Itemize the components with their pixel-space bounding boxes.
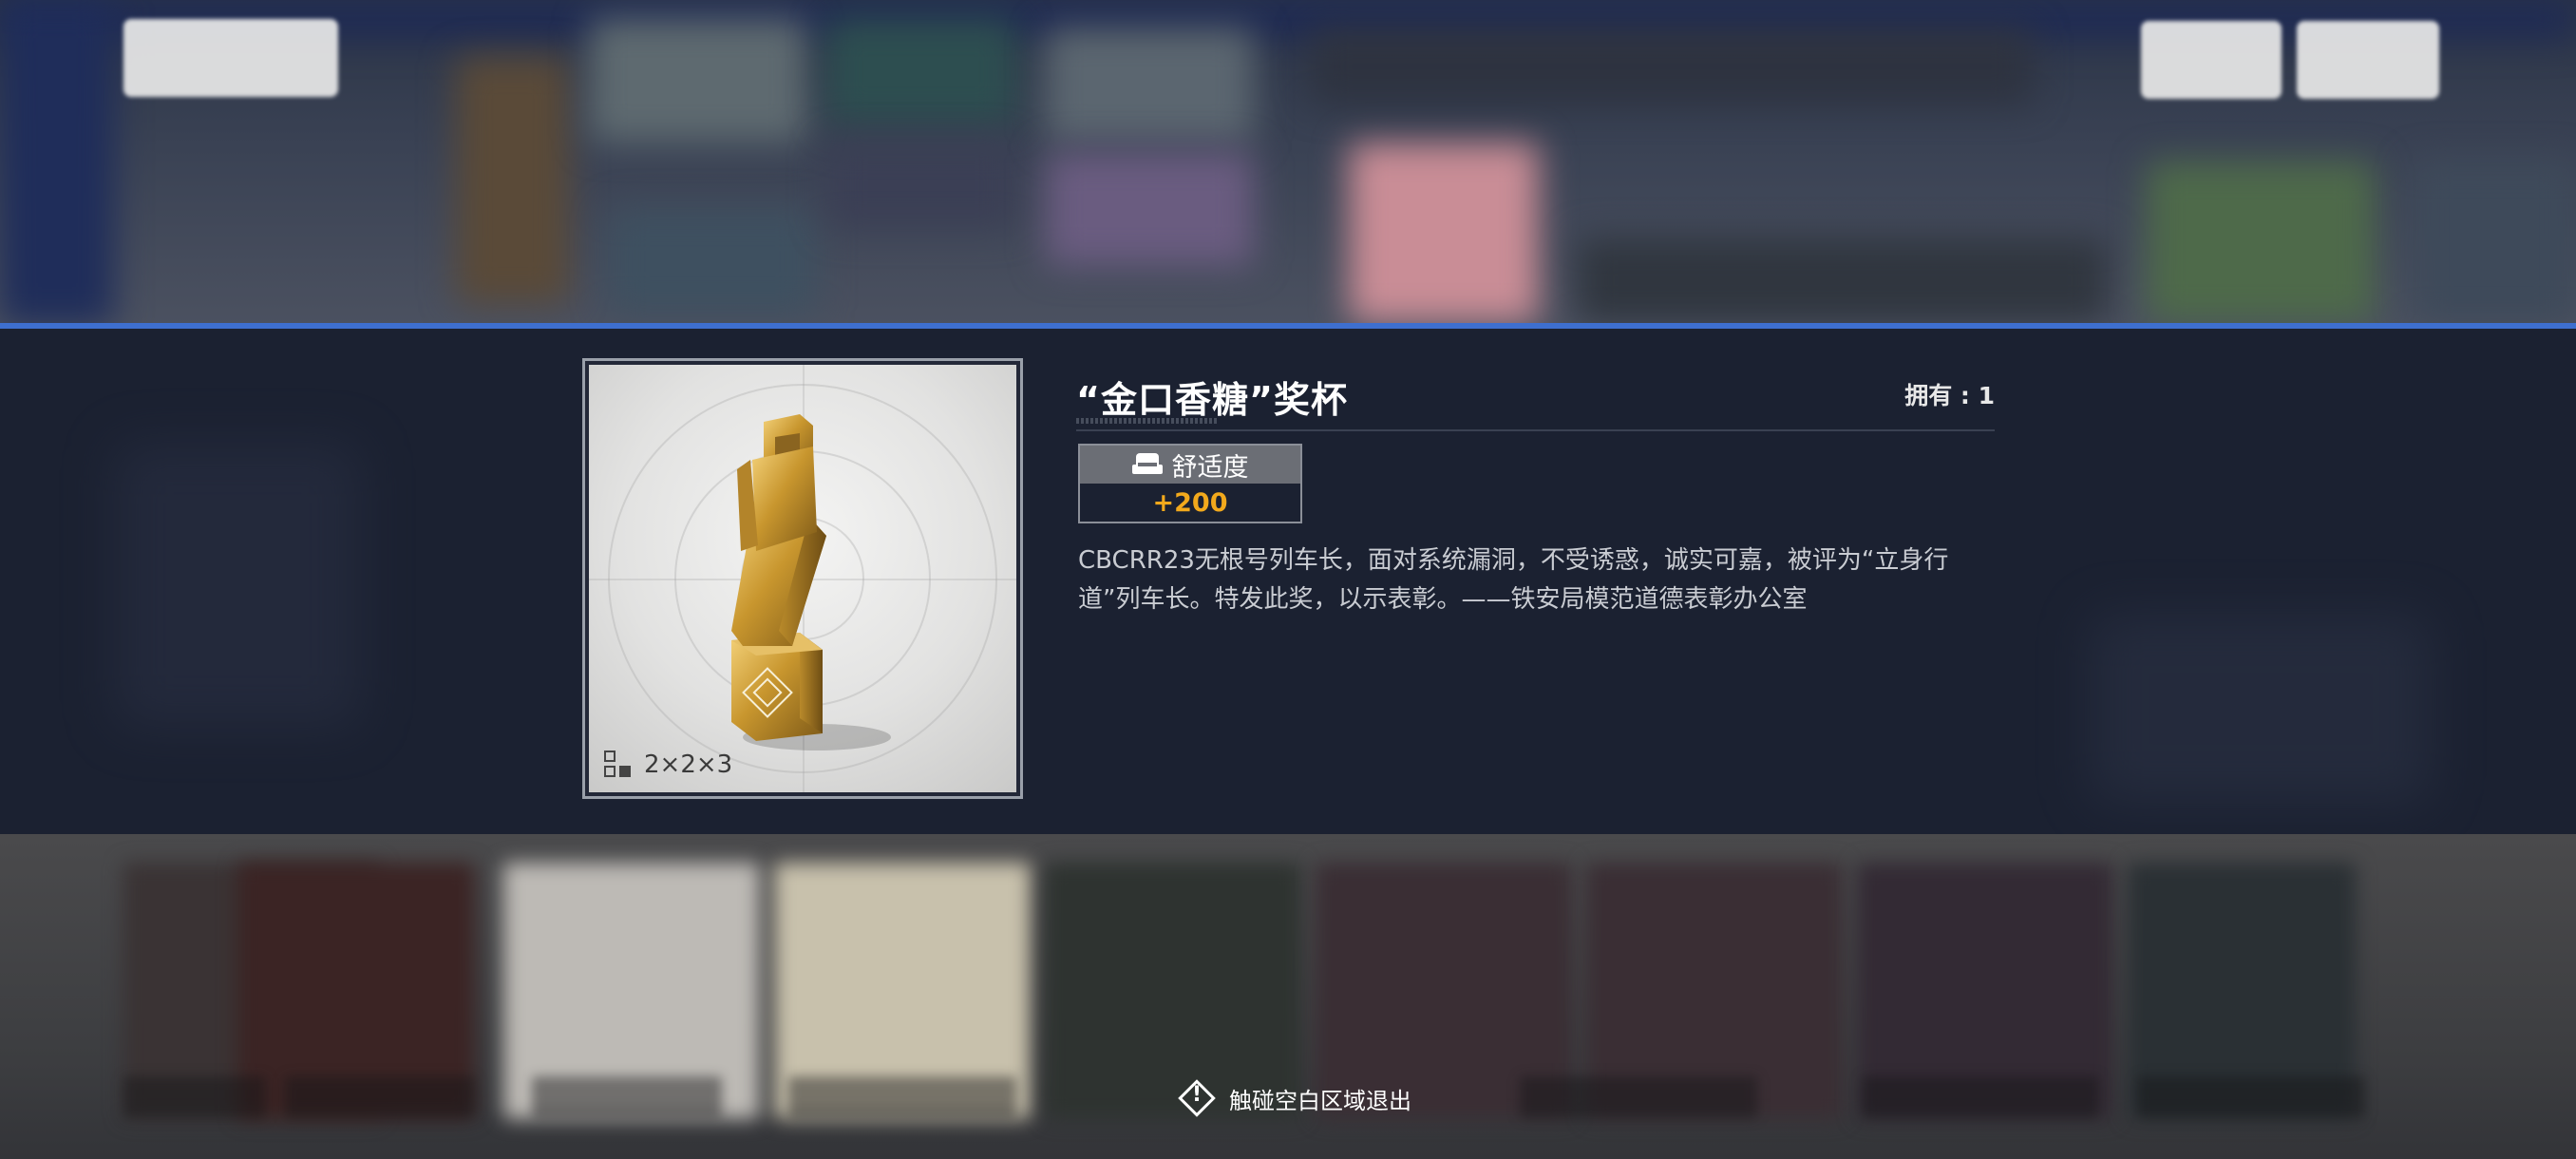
size-tag: 2×2×3 xyxy=(604,750,732,779)
comfort-stat-box: 舒适度 +200 xyxy=(1078,444,1302,523)
item-image: 2×2×3 xyxy=(589,365,1016,792)
grid-size-icon xyxy=(604,750,633,779)
top-right-button-2[interactable] xyxy=(2297,21,2439,99)
owned-count: 拥有 : 1 xyxy=(1904,382,1995,409)
item-title: “金口香糖”奖杯 xyxy=(1076,379,1348,421)
comfort-stat-header: 舒适度 xyxy=(1080,446,1300,484)
comfort-stat-label: 舒适度 xyxy=(1171,452,1249,483)
title-decoration xyxy=(1076,418,1219,424)
trophy-graphic xyxy=(731,414,891,750)
item-image-frame: 2×2×3 xyxy=(582,358,1023,799)
exit-hint[interactable]: ! 触碰空白区域退出 xyxy=(1178,1079,1411,1117)
sofa-icon xyxy=(1131,453,1163,476)
top-left-button[interactable] xyxy=(123,19,338,97)
title-divider xyxy=(1076,429,1995,431)
item-description: CBCRR23无根号列车长，面对系统漏洞，不受诱惑，诚实可嘉，被评为“立身行道”… xyxy=(1078,546,1949,614)
item-size-text: 2×2×3 xyxy=(644,750,733,779)
exit-hint-text: 触碰空白区域退出 xyxy=(1229,1087,1411,1114)
top-right-button-1[interactable] xyxy=(2141,21,2282,99)
game-screen[interactable]: 2×2×3 “金口香糖”奖杯 拥有 : 1 舒适度 +200 CBCRR23无根… xyxy=(0,0,2576,1159)
comfort-stat-value: +200 xyxy=(1080,484,1300,522)
warning-diamond-icon: ! xyxy=(1178,1079,1216,1117)
background-scene-top[interactable] xyxy=(0,0,2576,325)
